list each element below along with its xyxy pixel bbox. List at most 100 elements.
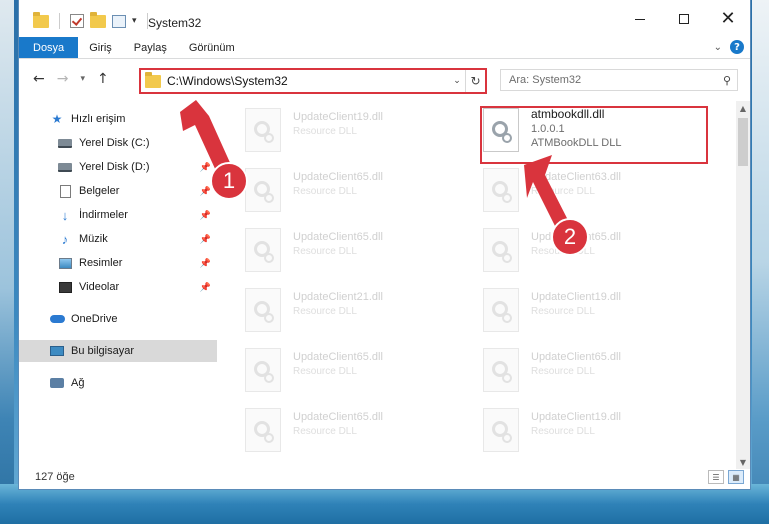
recent-locations-icon[interactable]: ▾ [80,74,85,84]
list-item[interactable]: UpdateClient65.dll Resource DLL [237,345,457,397]
search-placeholder: Ara: System32 [509,74,582,86]
help-icon[interactable]: ? [730,40,744,54]
view-options-icon[interactable] [112,14,126,28]
file-name: UpdateClient19.dll [293,111,383,123]
tab-view[interactable]: Görünüm [178,37,246,58]
dll-file-icon [245,228,281,272]
file-type: Resource DLL [531,186,595,197]
list-item[interactable]: UpdateClient21.dll Resource DLL [237,285,457,337]
address-path[interactable]: C:\Windows\System32 [167,74,449,88]
file-name: UpdateClient21.dll [293,291,383,303]
forward-arrow-icon[interactable]: → [57,71,69,87]
sidebar-item-label: Ağ [71,377,85,389]
sidebar-item-this-pc[interactable]: Bu bilgisayar [19,340,217,362]
file-name: UpdateClient65.dll [293,231,383,243]
sidebar-item-music[interactable]: ♪ Müzik 📌 [19,228,217,250]
cloud-icon [49,312,65,326]
toolbar-divider [59,13,60,29]
pin-icon[interactable]: 📌 [200,210,211,221]
sidebar-item-disk-c[interactable]: Yerel Disk (C:) [19,132,217,154]
sidebar-item-network[interactable]: Ağ [19,372,217,394]
tab-share[interactable]: Paylaş [123,37,178,58]
dll-file-icon [245,408,281,452]
address-bar[interactable]: C:\Windows\System32 ⌄ ↻ [139,68,487,94]
tab-file[interactable]: Dosya [19,37,79,58]
list-item[interactable]: UpdateClient65.dll Resource DLL [475,345,695,397]
list-item[interactable]: UpdateClient63.dll Resource DLL [475,165,695,217]
sidebar-item-videos[interactable]: Videolar 📌 [19,276,217,298]
list-item[interactable]: UpdateClient19.dll Resource DLL [475,285,695,337]
quick-access-toolbar: ▾ [33,11,152,29]
file-explorer-window: ▾ System32 ✕ Dosya Giriş Paylaş Görünüm … [18,0,751,490]
sidebar-item-disk-d[interactable]: Yerel Disk (D:) 📌 [19,156,217,178]
star-icon: ★ [51,112,63,126]
sidebar-item-label: Resimler [79,257,123,269]
pin-icon[interactable]: 📌 [200,282,211,293]
close-button[interactable]: ✕ [706,6,750,32]
file-type: Resource DLL [293,126,357,137]
new-folder-icon[interactable] [90,11,106,28]
navigation-buttons: ← → ▾ ↑ [33,71,109,87]
list-item[interactable]: UpdateClient65.dll Resource DLL [237,225,457,277]
videos-icon [57,280,73,294]
pin-icon[interactable]: 📌 [200,258,211,269]
file-name: UpdateClient19.dll [531,411,621,423]
sidebar-item-label: Videolar [79,281,120,293]
search-input[interactable]: Ara: System32 ⚲ [500,69,738,91]
refresh-icon[interactable]: ↻ [465,70,485,92]
sidebar-item-downloads[interactable]: ↓ İndirmeler 📌 [19,204,217,226]
details-view-icon[interactable]: ☰ [708,470,724,484]
tiles-view-icon[interactable]: ▦ [728,470,744,484]
pin-icon[interactable]: 📌 [200,162,211,173]
dll-file-icon [245,348,281,392]
file-type: Resource DLL [293,426,357,437]
properties-check-icon[interactable] [70,14,84,28]
pin-icon[interactable]: 📌 [200,234,211,245]
folder-icon [33,11,49,28]
file-name: UpdateClient65.dll [293,351,383,363]
sidebar-item-quick-access[interactable]: ★ Hızlı erişim [19,108,217,130]
address-dropdown-icon[interactable]: ⌄ [449,76,465,86]
maximize-button[interactable] [662,6,706,32]
desktop-background-right [752,0,769,524]
dll-file-icon [245,108,281,152]
sidebar-item-label: Bu bilgisayar [71,345,134,357]
sidebar-item-pictures[interactable]: Resimler 📌 [19,252,217,274]
list-item[interactable]: UpdateClient65.dll Resource DLL [237,165,457,217]
expand-ribbon-icon[interactable]: ⌄ [714,42,722,53]
file-type: Resource DLL [293,186,357,197]
customize-toolbar-icon[interactable]: ▾ [132,16,137,26]
sidebar-item-documents[interactable]: Belgeler 📌 [19,180,217,202]
ribbon-tabs: Dosya Giriş Paylaş Görünüm ⌄ ? [19,37,750,59]
list-item[interactable]: UpdateClient19.dll Resource DLL [475,405,695,457]
vertical-scrollbar[interactable]: ▲ ▼ [736,101,750,469]
minimize-button[interactable] [618,6,662,32]
scroll-up-icon[interactable]: ▲ [736,101,750,115]
step-two-badge: 2 [551,218,589,256]
window-title: System32 [148,16,202,30]
pin-icon[interactable]: 📌 [200,186,211,197]
pictures-icon [57,256,73,270]
file-name: UpdateClient63.dll [531,171,621,183]
list-item[interactable]: UpdateClient19.dll Resource DLL [237,105,457,157]
scrollbar-thumb[interactable] [738,118,748,166]
up-arrow-icon[interactable]: ↑ [97,71,109,87]
sidebar-item-label: Yerel Disk (D:) [79,161,150,173]
tab-home[interactable]: Giriş [78,37,123,58]
downloads-icon: ↓ [61,207,69,223]
sidebar-item-onedrive[interactable]: OneDrive [19,308,217,330]
desktop-background-bottom [0,484,769,524]
file-name: UpdateClient65.dll [293,171,383,183]
file-type: Resource DLL [531,426,595,437]
sidebar-item-label: İndirmeler [79,209,128,221]
list-item[interactable]: UpdateClient65.dll Resource DLL [237,405,457,457]
title-bar: ▾ System32 ✕ [19,0,750,37]
step-one-badge: 1 [210,162,248,200]
desktop-background-left [0,0,14,524]
search-icon[interactable]: ⚲ [723,74,731,87]
back-arrow-icon[interactable]: ← [33,71,45,87]
navigation-bar: ← → ▾ ↑ C:\Windows\System32 ⌄ ↻ Ara: Sys… [19,59,750,101]
documents-icon [57,184,73,198]
sidebar-item-label: Hızlı erişim [71,113,126,125]
item-count: 127 öğe [35,471,75,483]
